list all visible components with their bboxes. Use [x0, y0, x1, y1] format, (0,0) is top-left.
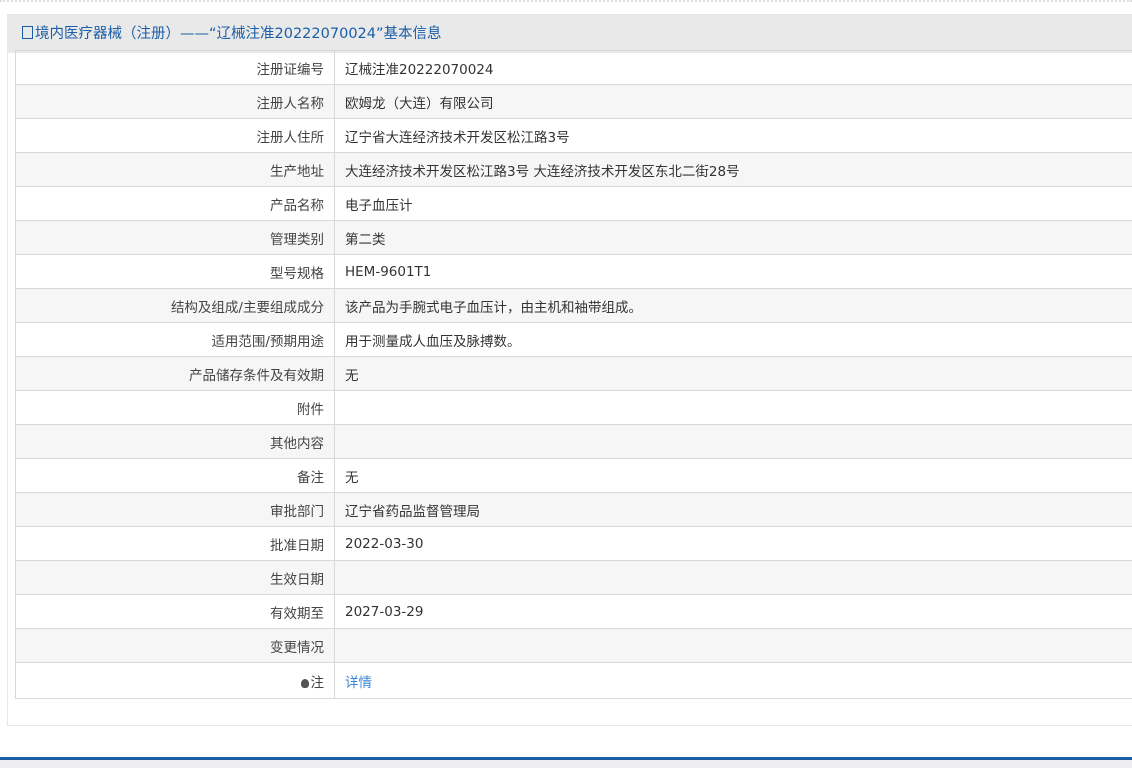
field-value: 辽械注准20222070024	[334, 50, 1132, 85]
field-value: HEM-9601T1	[334, 254, 1132, 289]
field-label: 产品名称	[15, 186, 335, 221]
field-value	[334, 390, 1132, 425]
field-value: 电子血压计	[334, 186, 1132, 221]
table-row: 注册证编号 辽械注准20222070024	[15, 50, 1132, 85]
field-value: 该产品为手腕式电子血压计，由主机和袖带组成。	[334, 288, 1132, 323]
top-divider	[0, 0, 1132, 2]
field-value: 用于测量成人血压及脉搏数。	[334, 322, 1132, 357]
field-label: 结构及组成/主要组成成分	[15, 288, 335, 323]
field-value: 无	[334, 458, 1132, 493]
document-icon	[22, 26, 33, 39]
field-value: 2022-03-30	[334, 526, 1132, 561]
table-row: 有效期至 2027-03-29	[15, 594, 1132, 629]
field-label: 有效期至	[15, 594, 335, 629]
field-value: 辽宁省大连经济技术开发区松江路3号	[334, 118, 1132, 153]
field-label: 备注	[15, 458, 335, 493]
table-row: 生效日期	[15, 560, 1132, 595]
field-value	[334, 628, 1132, 663]
field-label: 其他内容	[15, 424, 335, 459]
table-row: 备注无	[15, 458, 1132, 493]
table-row: 变更情况	[15, 628, 1132, 663]
field-label: 生产地址	[15, 152, 335, 187]
table-row: 附件	[15, 390, 1132, 425]
field-label: 注册人名称	[15, 84, 335, 119]
table-row: 注册人名称 欧姆龙（大连）有限公司	[15, 84, 1132, 119]
field-label: 审批部门	[15, 492, 335, 527]
lightbulb-icon	[300, 678, 309, 688]
field-value: 辽宁省药品监督管理局	[334, 492, 1132, 527]
table-row: 管理类别 第二类	[15, 220, 1132, 255]
field-label: 批准日期	[15, 526, 335, 561]
info-table: 注册证编号 辽械注准20222070024 注册人名称 欧姆龙（大连）有限公司 注册人住…	[15, 50, 1132, 699]
field-label: 生效日期	[15, 560, 335, 595]
field-label: 变更情况	[15, 628, 335, 663]
field-label: 附件	[15, 390, 335, 425]
table-row: 其他内容	[15, 424, 1132, 459]
panel-header: 境内医疗器械（注册）——“辽械注准20222070024”基本信息	[8, 15, 1132, 53]
table-row: 结构及组成/主要组成成分 该产品为手腕式电子血压计，由主机和袖带组成。	[15, 288, 1132, 323]
table-row: 适用范围/预期用途 用于测量成人血压及脉搏数。	[15, 322, 1132, 357]
field-value: 第二类	[334, 220, 1132, 255]
table-row: 生产地址 大连经济技术开发区松江路3号 大连经济技术开发区东北二街28号	[15, 152, 1132, 187]
field-label: 产品储存条件及有效期	[15, 356, 335, 391]
table-row: 审批部门 辽宁省药品监督管理局	[15, 492, 1132, 527]
field-value: 大连经济技术开发区松江路3号 大连经济技术开发区东北二街28号	[334, 152, 1132, 187]
table-row: 产品储存条件及有效期无	[15, 356, 1132, 391]
table-row: 批准日期 2022-03-30	[15, 526, 1132, 561]
details-link[interactable]: 详情	[345, 675, 372, 691]
field-label: 管理类别	[15, 220, 335, 255]
footer	[0, 760, 1132, 768]
field-label: 注册人住所	[15, 118, 335, 153]
field-label: 注册证编号	[15, 50, 335, 85]
page-title: 境内医疗器械（注册）——“辽械注准20222070024”基本信息	[35, 26, 442, 42]
field-value	[334, 424, 1132, 459]
field-label: 适用范围/预期用途	[15, 322, 335, 357]
table-row: 注 详情	[15, 662, 1132, 699]
field-label: 型号规格	[15, 254, 335, 289]
table-row: 注册人住所 辽宁省大连经济技术开发区松江路3号	[15, 118, 1132, 153]
table-row: 产品名称 电子血压计	[15, 186, 1132, 221]
field-value	[334, 560, 1132, 595]
field-value: 2027-03-29	[334, 594, 1132, 629]
note-label-text: 注	[310, 674, 325, 691]
table-row: 型号规格 HEM-9601T1	[15, 254, 1132, 289]
field-value: 欧姆龙（大连）有限公司	[334, 84, 1132, 119]
field-value: 无	[334, 356, 1132, 391]
note-label: 注	[15, 662, 335, 699]
